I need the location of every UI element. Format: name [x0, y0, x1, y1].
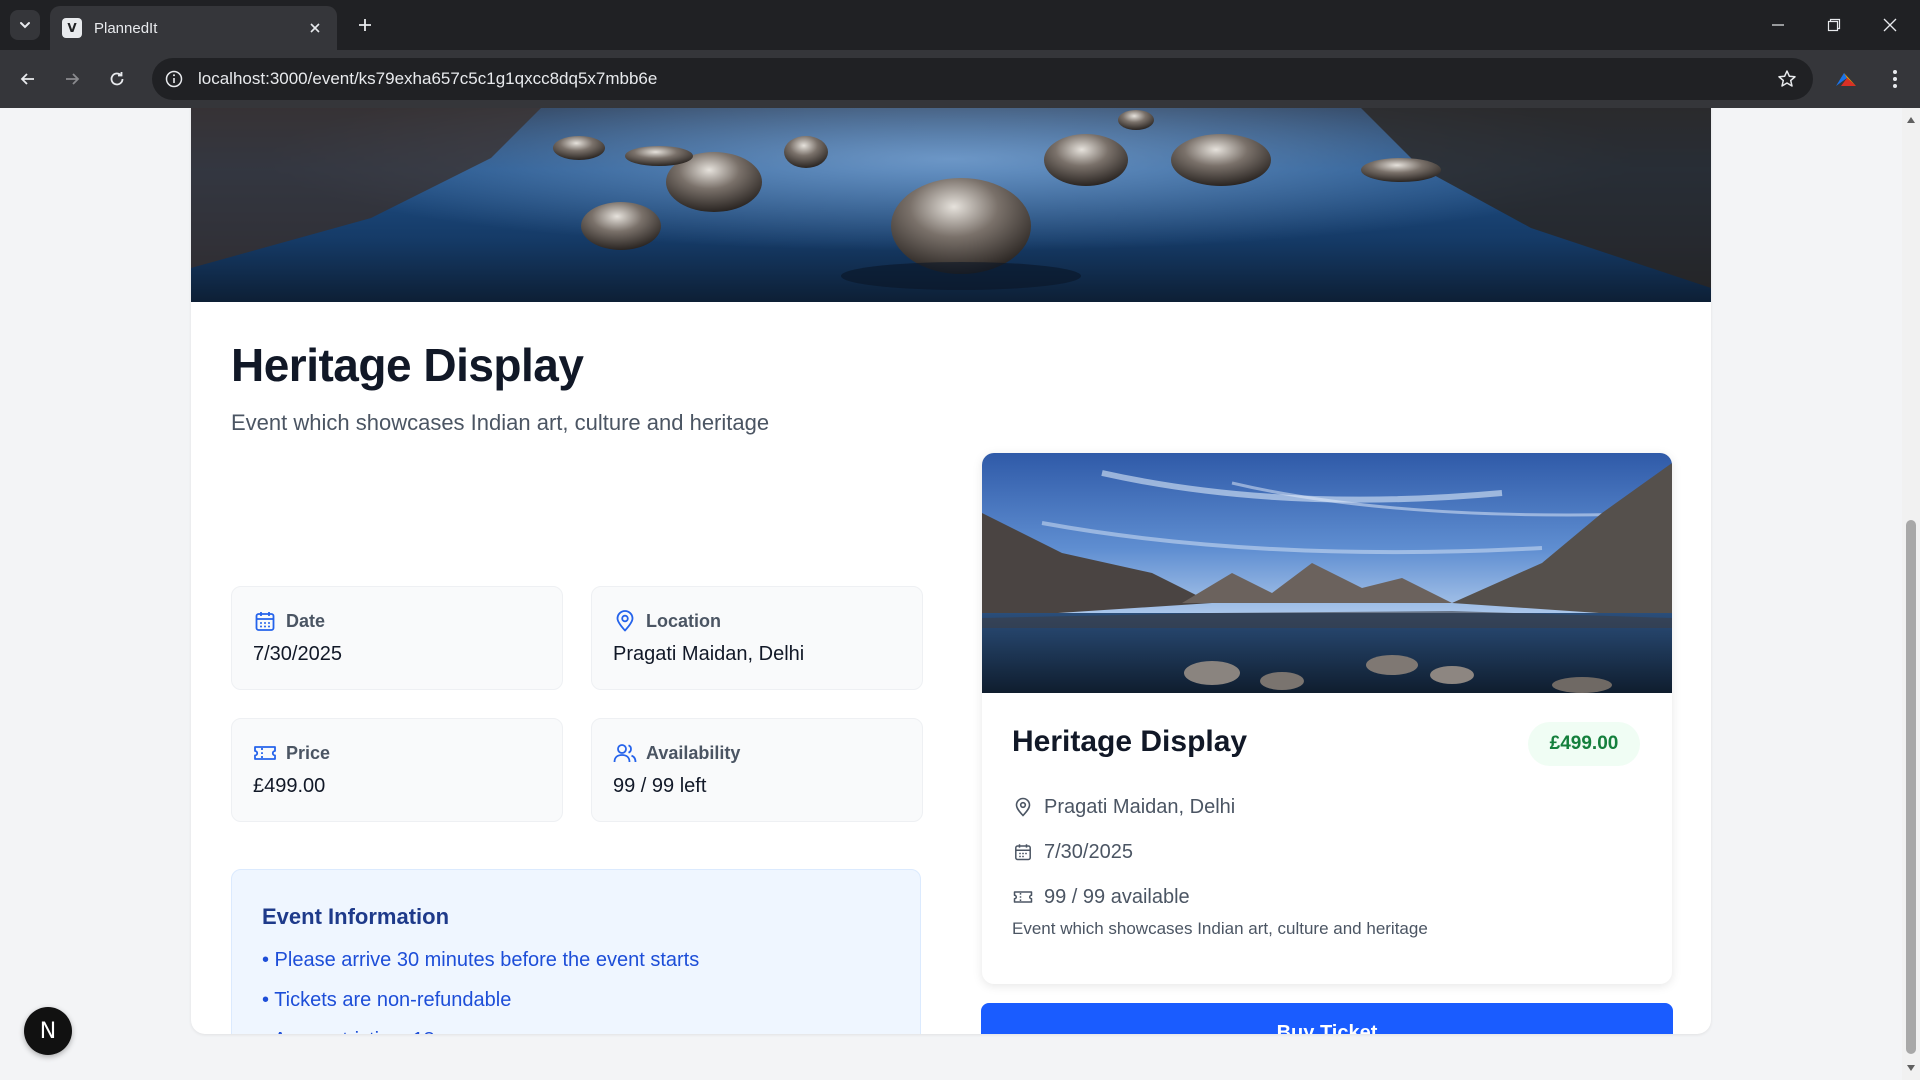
summary-availability: 99 / 99 available: [1044, 885, 1190, 908]
summary-date-row: 7/30/2025: [1012, 837, 1133, 867]
info-label-price: Price: [286, 742, 331, 763]
restore-button[interactable]: [1814, 8, 1854, 42]
restore-icon: [1827, 18, 1841, 32]
tab-title: PlannedIt: [94, 19, 158, 37]
info-value-price: £499.00: [253, 775, 326, 797]
info-box-price: Price £499.00: [231, 718, 563, 822]
info-value-location: Pragati Maidan, Delhi: [613, 643, 805, 665]
list-item: • Please arrive 30 minutes before the ev…: [262, 949, 700, 971]
price-badge: £499.00: [1528, 722, 1640, 766]
address-url: localhost:3000/event/ks79exha657c5c1g1qx…: [198, 69, 658, 88]
dev-tools-badge[interactable]: N: [24, 1007, 72, 1055]
buy-ticket-button[interactable]: Buy Ticket: [981, 1003, 1673, 1034]
tab-search-button[interactable]: [10, 10, 40, 40]
browser-tab-bar: V PlannedIt: [0, 0, 1920, 50]
summary-availability-row: 99 / 99 available: [1012, 882, 1190, 912]
browser-toolbar: localhost:3000/event/ks79exha657c5c1g1qx…: [0, 50, 1920, 108]
minimize-button[interactable]: [1758, 8, 1798, 42]
event-title: Heritage Display: [231, 339, 584, 391]
event-information-heading: Event Information: [262, 904, 450, 929]
event-banner-image: [191, 108, 1711, 302]
chevron-down-icon: [20, 22, 30, 29]
list-item: • Tickets are non-refundable: [262, 989, 512, 1011]
event-card: Heritage Display Event which showcases I…: [191, 108, 1711, 1034]
event-information-list: • Please arrive 30 minutes before the ev…: [262, 940, 890, 1034]
close-window-button[interactable]: [1870, 8, 1910, 42]
page-viewport: Heritage Display Event which showcases I…: [0, 108, 1902, 1080]
scrollbar-thumb[interactable]: [1906, 520, 1916, 1054]
summary-title: Heritage Display: [1012, 725, 1248, 758]
calendar-icon: [252, 608, 278, 634]
favicon-icon: V: [62, 18, 82, 38]
page-scrollbar[interactable]: [1902, 108, 1920, 1080]
info-box-availability: Availability 99 / 99 left: [591, 718, 923, 822]
info-value-availability: 99 / 99 left: [613, 775, 707, 797]
back-button[interactable]: [12, 63, 44, 95]
scroll-down-arrow-icon[interactable]: [1902, 1060, 1920, 1076]
arrow-right-icon: [66, 73, 80, 85]
summary-date: 7/30/2025: [1044, 840, 1133, 863]
info-value-date: 7/30/2025: [253, 643, 342, 665]
list-item: • Age restriction: 18+: [262, 1020, 890, 1034]
browser-tab[interactable]: V PlannedIt: [50, 6, 337, 50]
event-thumbnail-image: [982, 453, 1672, 693]
event-description: Event which showcases Indian art, cultur…: [231, 410, 770, 435]
browser-menu-button[interactable]: [1880, 63, 1910, 95]
address-bar[interactable]: localhost:3000/event/ks79exha657c5c1g1qx…: [152, 58, 1813, 100]
info-label-availability: Availability: [646, 742, 741, 763]
summary-description: Event which showcases Indian art, cultur…: [1012, 919, 1428, 938]
tab-close-button[interactable]: [305, 18, 325, 38]
scroll-up-arrow-icon[interactable]: [1902, 112, 1920, 128]
summary-location-row: Pragati Maidan, Delhi: [1012, 792, 1235, 822]
info-box-date: Date 7/30/2025: [231, 586, 563, 690]
reload-button[interactable]: [101, 63, 133, 95]
close-icon: [310, 23, 320, 33]
close-icon: [1883, 18, 1897, 32]
info-box-location: Location Pragati Maidan, Delhi: [591, 586, 923, 690]
event-summary-card: Heritage Display £499.00 Pragati Maidan,…: [982, 453, 1672, 984]
plus-icon: [359, 19, 371, 31]
calendar-icon: [1012, 841, 1034, 863]
map-pin-icon: [612, 608, 638, 634]
new-tab-button[interactable]: [352, 12, 378, 38]
site-info-icon[interactable]: [162, 67, 186, 91]
summary-location: Pragati Maidan, Delhi: [1044, 795, 1236, 818]
info-label-location: Location: [646, 610, 721, 631]
minimize-icon: [1772, 24, 1784, 26]
bookmark-star-icon[interactable]: [1771, 63, 1803, 95]
event-information-panel: Event Information • Please arrive 30 min…: [231, 869, 921, 1034]
info-label-date: Date: [286, 610, 326, 631]
extension-icon[interactable]: [1832, 65, 1860, 93]
ticket-icon: [1012, 886, 1034, 908]
ticket-icon: [252, 740, 278, 766]
forward-button[interactable]: [56, 63, 88, 95]
map-pin-icon: [1012, 796, 1034, 818]
arrow-left-icon: [20, 73, 34, 85]
reload-icon: [110, 72, 124, 86]
more-vertical-icon: [1893, 70, 1897, 88]
users-icon: [612, 740, 638, 766]
